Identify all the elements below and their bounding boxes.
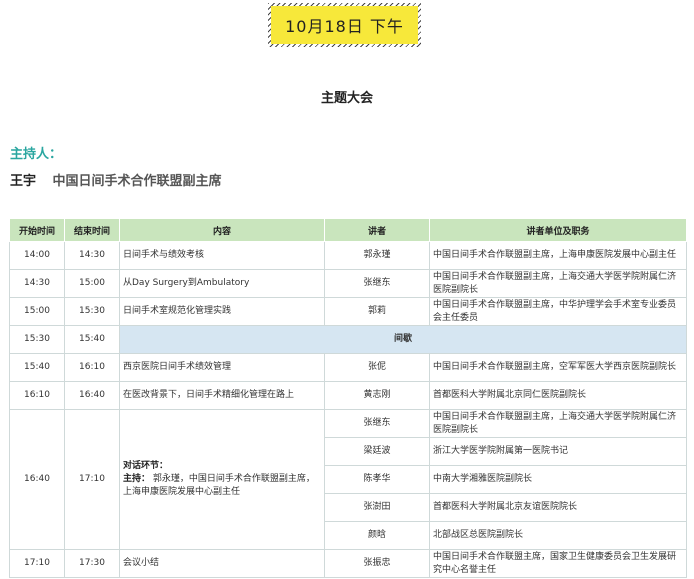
cell-content: 日间手术与绩效考核 (119, 241, 325, 270)
cell-end: 17:10 (64, 409, 120, 550)
cell-org: 中国日间手术合作联盟主席，国家卫生健康委员会卫生发展研究中心名誉主任 (429, 549, 687, 578)
cell-start: 14:30 (9, 269, 65, 298)
cell-start: 15:00 (9, 297, 65, 326)
cell-content: 日间手术室规范化管理实践 (119, 297, 325, 326)
header-org: 讲者单位及职务 (429, 218, 687, 242)
cell-speaker: 张继东 (324, 269, 430, 298)
cell-org: 首都医科大学附属北京同仁医院副院长 (429, 381, 687, 410)
cell-end: 17:30 (64, 549, 120, 578)
cell-end: 15:00 (64, 269, 120, 298)
cell-speaker: 梁廷波 (324, 437, 430, 466)
host-name: 王宇 (10, 174, 37, 189)
cell-org: 中国日间手术合作联盟副主席，中华护理学会手术室专业委员会主任委员 (429, 297, 687, 326)
table-row: 16:10 16:40 在医改背景下，日间手术精细化管理在路上 黄志刚 首都医科… (9, 381, 687, 410)
date-banner-frame: 10月18日 下午 (268, 3, 421, 47)
discussion-title: 对话环节： (123, 461, 169, 471)
cell-speaker: 郭莉 (324, 297, 430, 326)
header-start: 开始时间 (9, 218, 65, 242)
cell-content: 西京医院日间手术绩效管理 (119, 353, 325, 382)
cell-speaker: 颜晗 (324, 521, 430, 550)
host-label: 主持人： (10, 147, 63, 162)
table-header-row: 开始时间 结束时间 内容 讲者 讲者单位及职务 (9, 218, 687, 242)
table-row: 15:00 15:30 日间手术室规范化管理实践 郭莉 中国日间手术合作联盟副主… (9, 297, 687, 326)
date-banner: 10月18日 下午 (271, 6, 418, 44)
cell-org: 北部战区总医院副院长 (429, 521, 687, 550)
table-row: 14:30 15:00 从Day Surgery到Ambulatory 张继东 … (9, 269, 687, 298)
table-row: 15:40 16:10 西京医院日间手术绩效管理 张伲 中国日间手术合作联盟副主… (9, 353, 687, 382)
cell-end: 15:40 (64, 325, 120, 354)
break-label: 间歇 (119, 325, 687, 354)
cell-start: 15:30 (9, 325, 65, 354)
cell-content: 在医改背景下，日间手术精细化管理在路上 (119, 381, 325, 410)
cell-start: 16:40 (9, 409, 65, 550)
table-row: 14:00 14:30 日间手术与绩效考核 郭永瑾 中国日间手术合作联盟副主席，… (9, 241, 687, 270)
cell-org: 中国日间手术合作联盟副主席，上海申康医院发展中心副主任 (429, 241, 687, 270)
host-title: 中国日间手术合作联盟副主席 (52, 174, 222, 189)
cell-speaker: 张振忠 (324, 549, 430, 578)
session-title: 主题大会 (320, 91, 373, 106)
cell-speaker: 黄志刚 (324, 381, 430, 410)
header-end: 结束时间 (64, 218, 120, 242)
cell-content: 会议小结 (119, 549, 325, 578)
cell-start: 14:00 (9, 241, 65, 270)
cell-end: 16:40 (64, 381, 120, 410)
schedule-table: 开始时间 结束时间 内容 讲者 讲者单位及职务 14:00 14:30 日间手术… (9, 218, 687, 578)
cell-org: 中国日间手术合作联盟副主席，上海交通大学医学院附属仁济医院副院长 (429, 409, 687, 438)
break-row: 15:30 15:40 间歇 (9, 325, 687, 354)
discussion-host-text: 郭永瑾，中国日间手术合作联盟副主席，上海申康医院发展中心副主任 (123, 474, 315, 497)
cell-content: 从Day Surgery到Ambulatory (119, 269, 325, 298)
cell-start: 17:10 (9, 549, 65, 578)
cell-org: 中国日间手术合作联盟副主席，空军军医大学西京医院副院长 (429, 353, 687, 382)
header-content: 内容 (119, 218, 325, 242)
cell-end: 14:30 (64, 241, 120, 270)
table-row: 17:10 17:30 会议小结 张振忠 中国日间手术合作联盟主席，国家卫生健康… (9, 549, 687, 578)
cell-speaker: 陈孝华 (324, 465, 430, 494)
cell-speaker: 郭永瑾 (324, 241, 430, 270)
discussion-host-label: 主持： (123, 474, 151, 484)
host-line: 王宇 中国日间手术合作联盟副主席 (10, 170, 222, 189)
cell-org: 浙江大学医学院附属第一医院书记 (429, 437, 687, 466)
cell-speaker: 张澍田 (324, 493, 430, 522)
discussion-content: 对话环节： 主持： 郭永瑾，中国日间手术合作联盟副主席，上海申康医院发展中心副主… (119, 409, 325, 550)
cell-speaker: 张继东 (324, 409, 430, 438)
header-speaker: 讲者 (324, 218, 430, 242)
cell-org: 中国日间手术合作联盟副主席，上海交通大学医学院附属仁济医院副院长 (429, 269, 687, 298)
cell-start: 16:10 (9, 381, 65, 410)
cell-end: 16:10 (64, 353, 120, 382)
cell-org: 首都医科大学附属北京友谊医院院长 (429, 493, 687, 522)
cell-end: 15:30 (64, 297, 120, 326)
cell-org: 中南大学湘雅医院副院长 (429, 465, 687, 494)
cell-speaker: 张伲 (324, 353, 430, 382)
discussion-row: 16:40 17:10 对话环节： 主持： 郭永瑾，中国日间手术合作联盟副主席，… (9, 409, 687, 550)
cell-start: 15:40 (9, 353, 65, 382)
